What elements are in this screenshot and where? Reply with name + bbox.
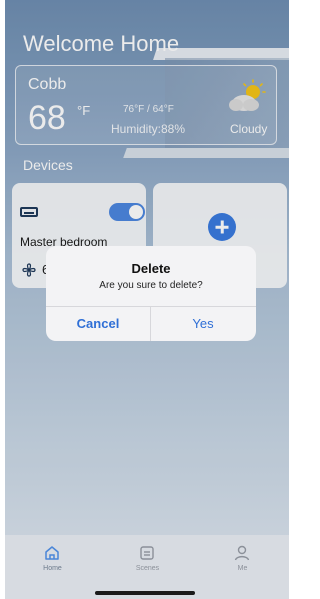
dialog-message: Are you sure to delete? [99,280,203,291]
dialog-title: Delete [131,261,171,276]
bottom-tab-bar: Home Scenes Me [5,535,289,599]
person-icon [234,545,250,561]
tab-home[interactable]: Home [5,535,100,599]
tab-me-label: Me [237,565,248,572]
confirm-yes-button[interactable]: Yes [151,307,255,341]
scenes-icon [140,546,154,560]
home-indicator[interactable] [95,591,195,595]
tab-scenes-label: Scenes [135,565,160,572]
tab-me[interactable]: Me [195,535,289,599]
home-icon [45,546,59,560]
cancel-button[interactable]: Cancel [46,307,150,341]
tab-scenes[interactable]: Scenes [100,535,195,599]
app-screen: Welcome Home Cobb 68 °F 76°F / 64°F Humi… [5,0,289,599]
tab-home-label: Home [43,565,62,572]
delete-confirm-dialog: Delete Are you sure to delete? Cancel Ye… [46,246,256,341]
